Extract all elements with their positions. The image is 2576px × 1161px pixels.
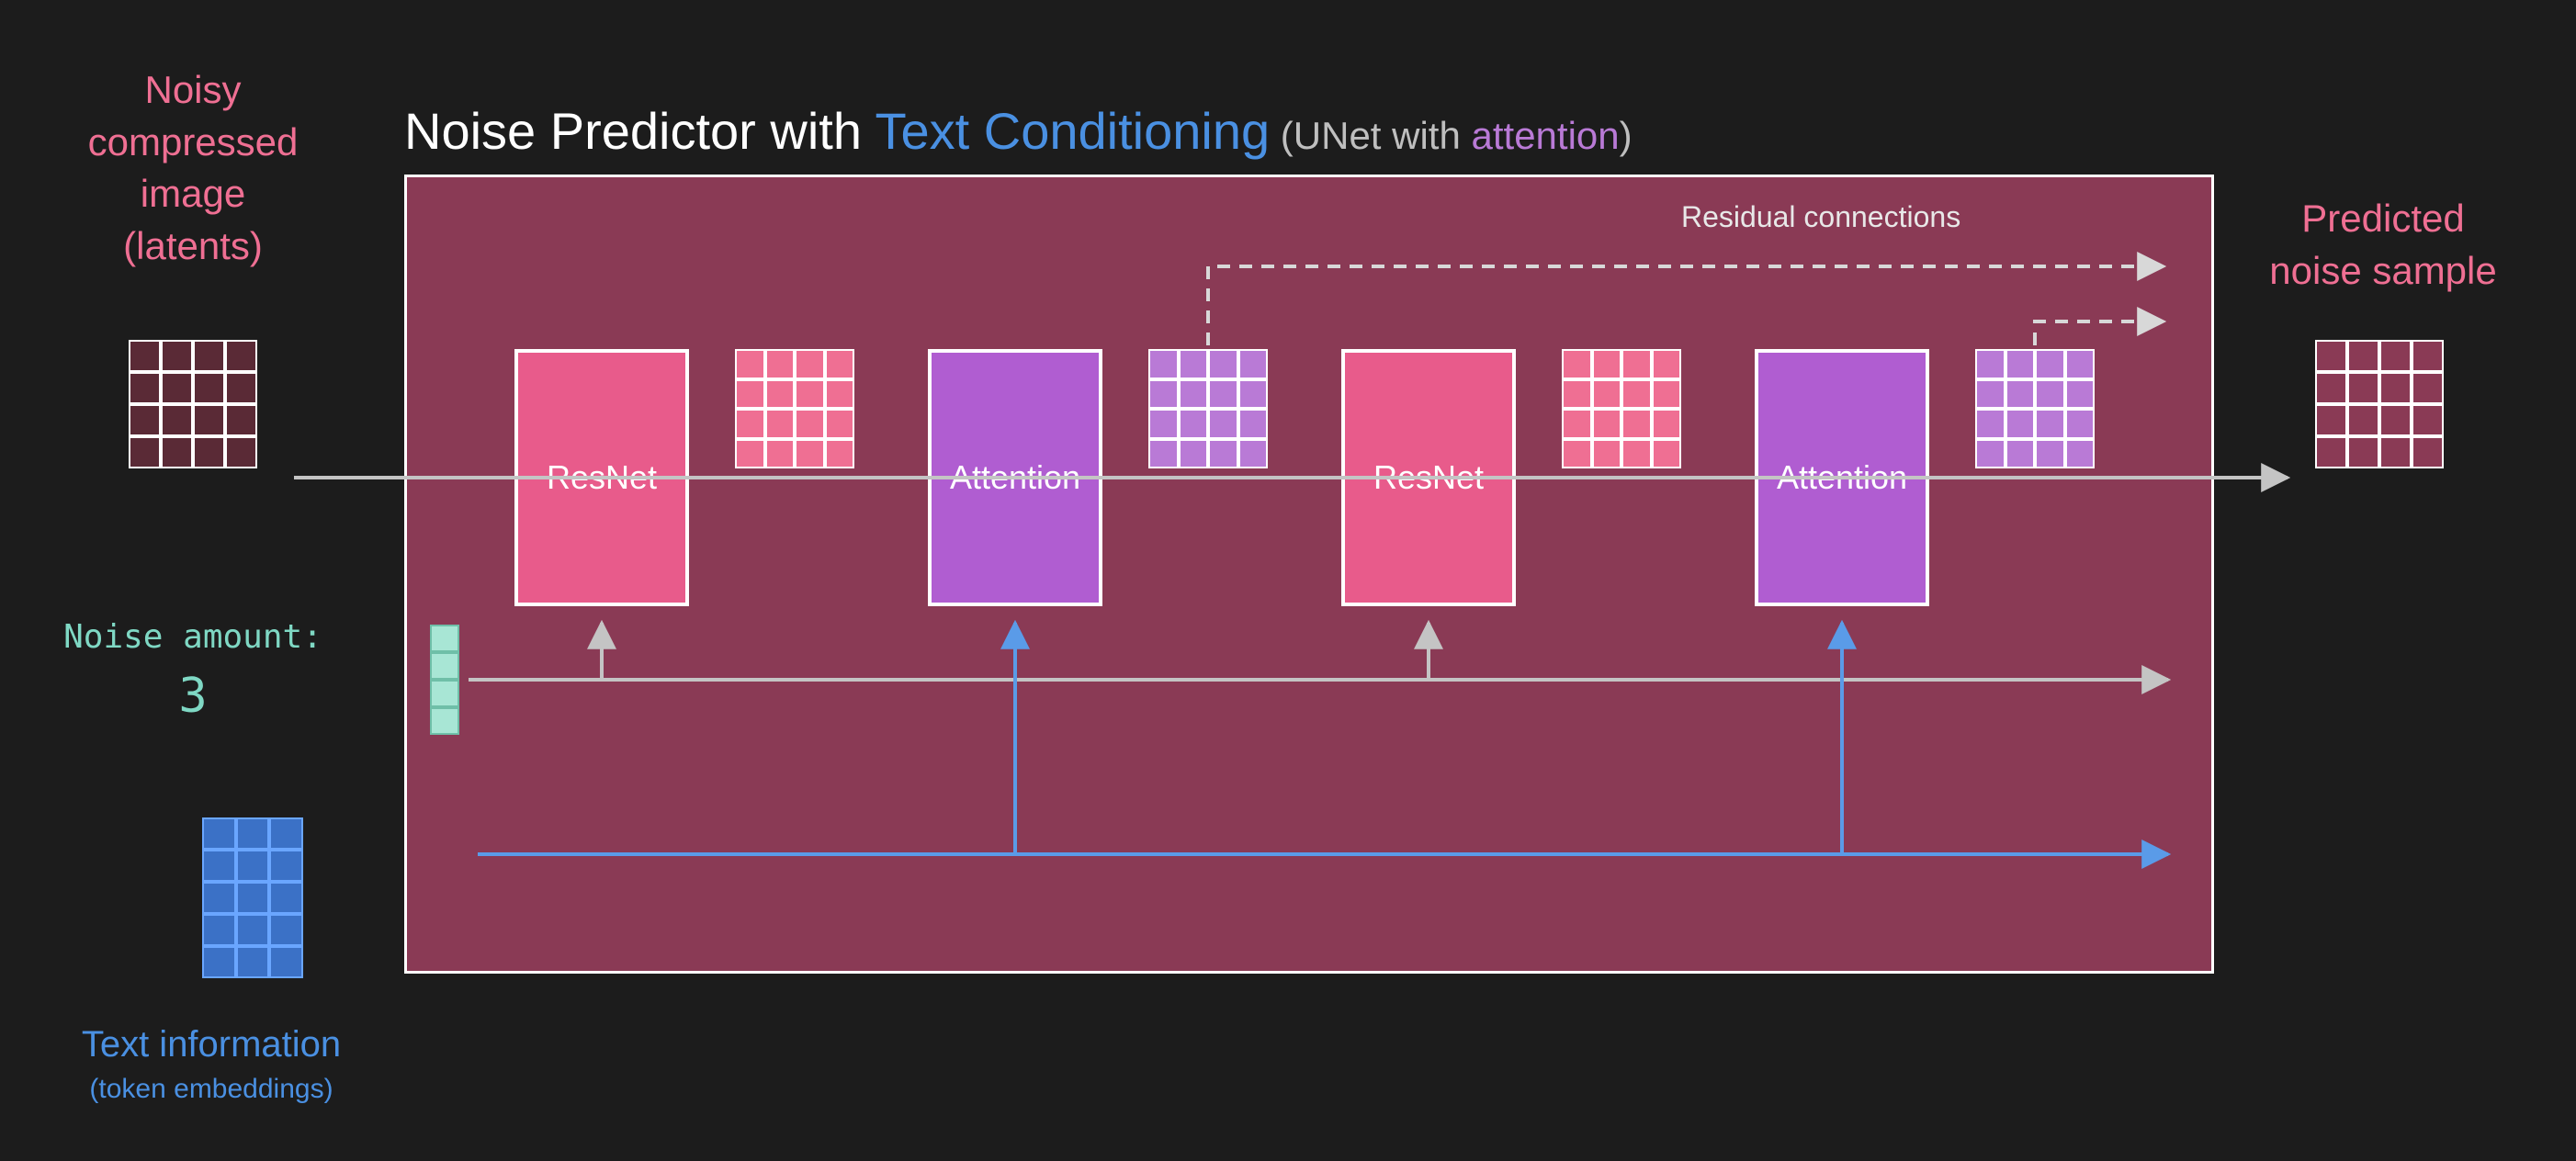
noisy-line1: Noisy	[144, 68, 241, 111]
title-suffix-close: )	[1620, 114, 1633, 157]
text-info-main: Text information	[82, 1024, 341, 1065]
text-info-label: Text information (token embeddings)	[55, 1020, 367, 1109]
noise-amount-value: 3	[55, 664, 331, 728]
timestep-embedding-icon	[430, 625, 459, 735]
attention-block-1: Attention	[928, 349, 1102, 606]
residual-connections-label: Residual connections	[1681, 200, 1960, 234]
feature-grid-2-icon	[1148, 349, 1268, 468]
input-latents-grid-icon	[129, 340, 257, 468]
attention-block-2: Attention	[1755, 349, 1929, 606]
predicted-line2: noise sample	[2269, 249, 2496, 292]
noisy-line3: image	[141, 172, 245, 215]
title-prefix: Noise Predictor with	[404, 102, 876, 160]
output-noise-grid-icon	[2315, 340, 2444, 468]
feature-grid-3-icon	[1562, 349, 1681, 468]
predicted-noise-label: Predicted noise sample	[2245, 193, 2521, 297]
noisy-latents-label: Noisy compressed image (latents)	[55, 64, 331, 273]
diagram-title: Noise Predictor with Text Conditioning (…	[404, 101, 1633, 161]
title-highlight: Text Conditioning	[876, 102, 1271, 160]
title-attention: attention	[1472, 114, 1620, 157]
resnet-block-2: ResNet	[1341, 349, 1516, 606]
feature-grid-1-icon	[735, 349, 854, 468]
attention-label-2: Attention	[1777, 458, 1907, 497]
attention-label-1: Attention	[950, 458, 1080, 497]
noisy-line4: (latents)	[123, 224, 263, 267]
title-suffix-open: (	[1270, 114, 1294, 157]
noise-amount-text: Noise amount:	[63, 618, 322, 656]
title-unet: UNet with	[1294, 114, 1472, 157]
predicted-line1: Predicted	[2301, 197, 2464, 240]
resnet-block-1: ResNet	[514, 349, 689, 606]
noise-amount-label: Noise amount: 3	[55, 615, 331, 728]
resnet-label-2: ResNet	[1373, 458, 1484, 497]
resnet-label-1: ResNet	[547, 458, 657, 497]
feature-grid-4-icon	[1975, 349, 2095, 468]
text-embeddings-grid-icon	[202, 817, 303, 978]
noisy-line2: compressed	[88, 120, 299, 163]
text-info-sub: (token embeddings)	[55, 1071, 367, 1109]
